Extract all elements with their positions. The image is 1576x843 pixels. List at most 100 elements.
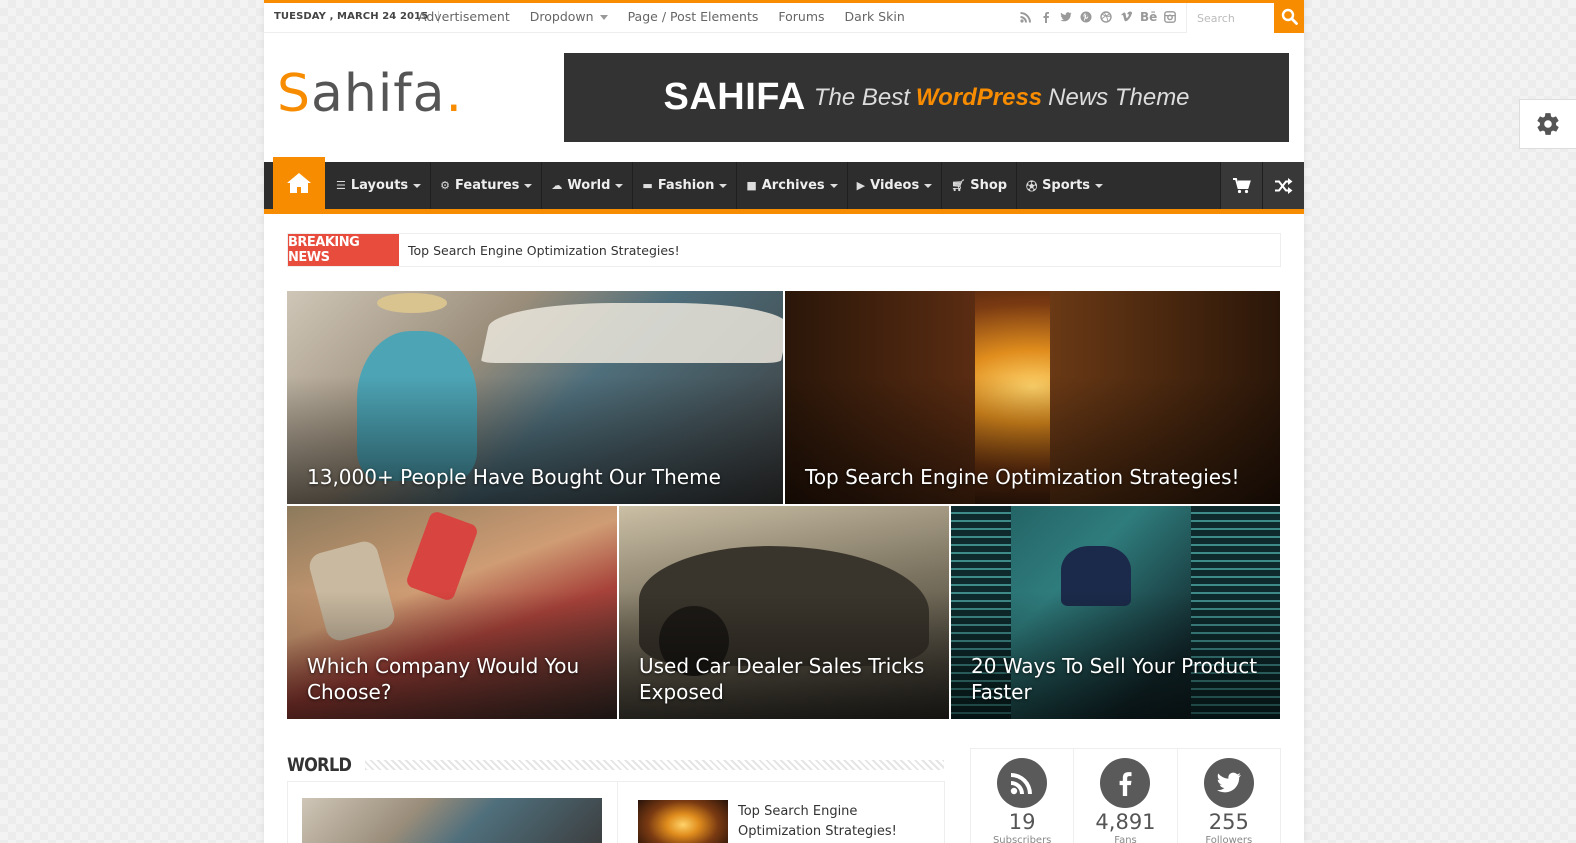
nav-item-shop[interactable]: 🛒︎ Shop — [942, 162, 1018, 209]
banner-part2: News Theme — [1048, 83, 1190, 111]
home-icon — [287, 173, 311, 193]
vimeo-icon[interactable] — [1120, 11, 1132, 23]
counter-rss[interactable]: 19 Subscribers — [971, 749, 1075, 843]
twitter-icon[interactable] — [1060, 11, 1072, 23]
world-side-post-title[interactable]: Top Search Engine Optimization Strategie… — [738, 802, 918, 842]
cart-button[interactable] — [1220, 162, 1262, 209]
header-banner-ad[interactable]: SAHIFA The Best WordPress News Theme — [564, 53, 1289, 142]
shuffle-icon — [1274, 177, 1292, 194]
search-icon — [1281, 8, 1298, 25]
instagram-icon[interactable] — [1164, 11, 1176, 23]
nav-right-tools — [1220, 162, 1304, 209]
nav-item-fashion[interactable]: ▬ Fashion — [633, 162, 738, 209]
chevron-down-icon — [1095, 183, 1104, 188]
facebook-icon — [1120, 772, 1132, 796]
top-link-dropdown-label: Dropdown — [529, 9, 594, 24]
nav-item-archives[interactable]: ■ Archives — [737, 162, 848, 209]
nav-item-label: World — [567, 178, 611, 193]
nav-item-videos[interactable]: ▶ Videos — [848, 162, 943, 209]
counter-label: Fans — [1114, 835, 1137, 843]
nav-item-label: Videos — [870, 178, 920, 193]
nav-item-world[interactable]: ☁ World — [542, 162, 634, 209]
chevron-down-icon — [599, 15, 608, 20]
nav-item-label: Features — [455, 178, 520, 193]
site-logo[interactable]: Sahifa. — [277, 64, 463, 124]
logo-dot: . — [445, 64, 463, 124]
counter-twitter[interactable]: 255 Followers — [1178, 749, 1280, 843]
chevron-down-icon — [615, 183, 624, 188]
counter-icon-circle — [1100, 758, 1151, 808]
top-link-advertisement[interactable]: Advertisement — [418, 9, 510, 24]
world-side-thumbnail[interactable] — [638, 800, 728, 843]
style-switcher-button[interactable] — [1519, 99, 1576, 149]
banner-brand: SAHIFA — [663, 76, 806, 118]
briefcase-icon: ▬ — [642, 179, 653, 192]
divider — [617, 782, 618, 843]
current-date: TUESDAY , MARCH 24 2015 — [274, 11, 440, 23]
top-link-dark-skin[interactable]: Dark Skin — [845, 9, 905, 24]
nav-item-layouts[interactable]: ☰ Layouts — [327, 162, 432, 209]
cloud-icon: ☁ — [551, 179, 563, 192]
featured-post-1[interactable]: 13,000+ People Have Bought Our Theme — [287, 291, 783, 504]
behance-icon[interactable]: Bē — [1140, 11, 1157, 23]
search-input[interactable] — [1186, 3, 1274, 33]
section-title-stripes — [364, 760, 944, 770]
cart-icon — [1232, 177, 1251, 193]
rss-icon[interactable] — [1020, 11, 1032, 23]
page-wrapper: TUESDAY , MARCH 24 2015 Advertisement Dr… — [264, 0, 1304, 843]
logo-text: ahifa — [311, 64, 446, 124]
play-icon: ▶ — [856, 179, 866, 192]
cogs-icon: ⚙ — [440, 179, 451, 192]
photo-hat-shape — [377, 293, 447, 313]
nav-item-label: Archives — [761, 178, 825, 193]
featured-post-title[interactable]: 20 Ways To Sell Your Product Faster — [971, 653, 1260, 705]
featured-post-5[interactable]: 20 Ways To Sell Your Product Faster — [951, 506, 1280, 719]
nav-item-features[interactable]: ⚙ Features — [431, 162, 543, 209]
nav-item-sports[interactable]: ⚽︎ Sports — [1017, 162, 1112, 209]
twitter-icon — [1216, 772, 1241, 793]
home-button[interactable] — [273, 157, 325, 209]
logo-initial: S — [277, 64, 312, 124]
featured-post-4[interactable]: Used Car Dealer Sales Tricks Exposed — [619, 506, 949, 719]
chevron-down-icon — [924, 183, 933, 188]
breaking-news-headline[interactable]: Top Search Engine Optimization Strategie… — [408, 243, 680, 258]
social-counter-widget: 19 Subscribers 4,891 Fans 255 Followers — [970, 748, 1281, 843]
social-icons: Bē — [1020, 11, 1176, 23]
world-main-thumbnail[interactable] — [302, 798, 602, 843]
dribbble-icon[interactable] — [1100, 11, 1112, 23]
nav-menu: ☰ Layouts ⚙ Features ☁ World ▬ Fashion ■ Arch… — [327, 162, 1112, 209]
main-navigation: ☰ Layouts ⚙ Features ☁ World ▬ Fashion ■ Arch… — [264, 157, 1304, 214]
counter-value: 19 — [1008, 810, 1036, 834]
counter-label: Subscribers — [992, 835, 1052, 843]
nav-item-label: Layouts — [350, 178, 409, 193]
section-title-world: WORLD — [287, 754, 944, 776]
featured-post-title[interactable]: Used Car Dealer Sales Tricks Exposed — [639, 653, 929, 705]
featured-post-title[interactable]: Top Search Engine Optimization Strategie… — [805, 464, 1260, 490]
chevron-down-icon — [413, 183, 422, 188]
featured-post-title[interactable]: Which Company Would You Choose? — [307, 653, 597, 705]
featured-post-2[interactable]: Top Search Engine Optimization Strategie… — [785, 291, 1280, 504]
facebook-icon[interactable] — [1040, 11, 1052, 23]
top-link-page-post-elements[interactable]: Page / Post Elements — [628, 9, 759, 24]
search-button[interactable] — [1274, 0, 1304, 33]
top-link-dropdown[interactable]: Dropdown — [530, 9, 608, 24]
featured-post-title[interactable]: 13,000+ People Have Bought Our Theme — [307, 464, 763, 490]
pinterest-icon[interactable] — [1080, 11, 1092, 23]
banner-highlight: WordPress — [915, 83, 1043, 111]
banner-part1: The Best — [813, 83, 910, 111]
breaking-news-bar: BREAKING NEWS Top Search Engine Optimiza… — [287, 233, 1281, 267]
random-post-button[interactable] — [1262, 162, 1304, 209]
section-title-text[interactable]: WORLD — [287, 754, 352, 776]
featured-post-3[interactable]: Which Company Would You Choose? — [287, 506, 617, 719]
top-navigation: Advertisement Dropdown Page / Post Eleme… — [418, 9, 925, 24]
breaking-news-label: BREAKING NEWS — [288, 234, 399, 266]
gear-icon — [1537, 113, 1559, 135]
cart-icon: 🛒︎ — [951, 179, 966, 192]
nav-item-label: Fashion — [657, 178, 715, 193]
chevron-down-icon — [524, 183, 533, 188]
counter-label: Followers — [1205, 835, 1253, 843]
nav-item-label: Shop — [970, 178, 1008, 193]
counter-facebook[interactable]: 4,891 Fans — [1074, 749, 1178, 843]
counter-icon-circle — [997, 758, 1048, 808]
top-link-forums[interactable]: Forums — [778, 9, 824, 24]
